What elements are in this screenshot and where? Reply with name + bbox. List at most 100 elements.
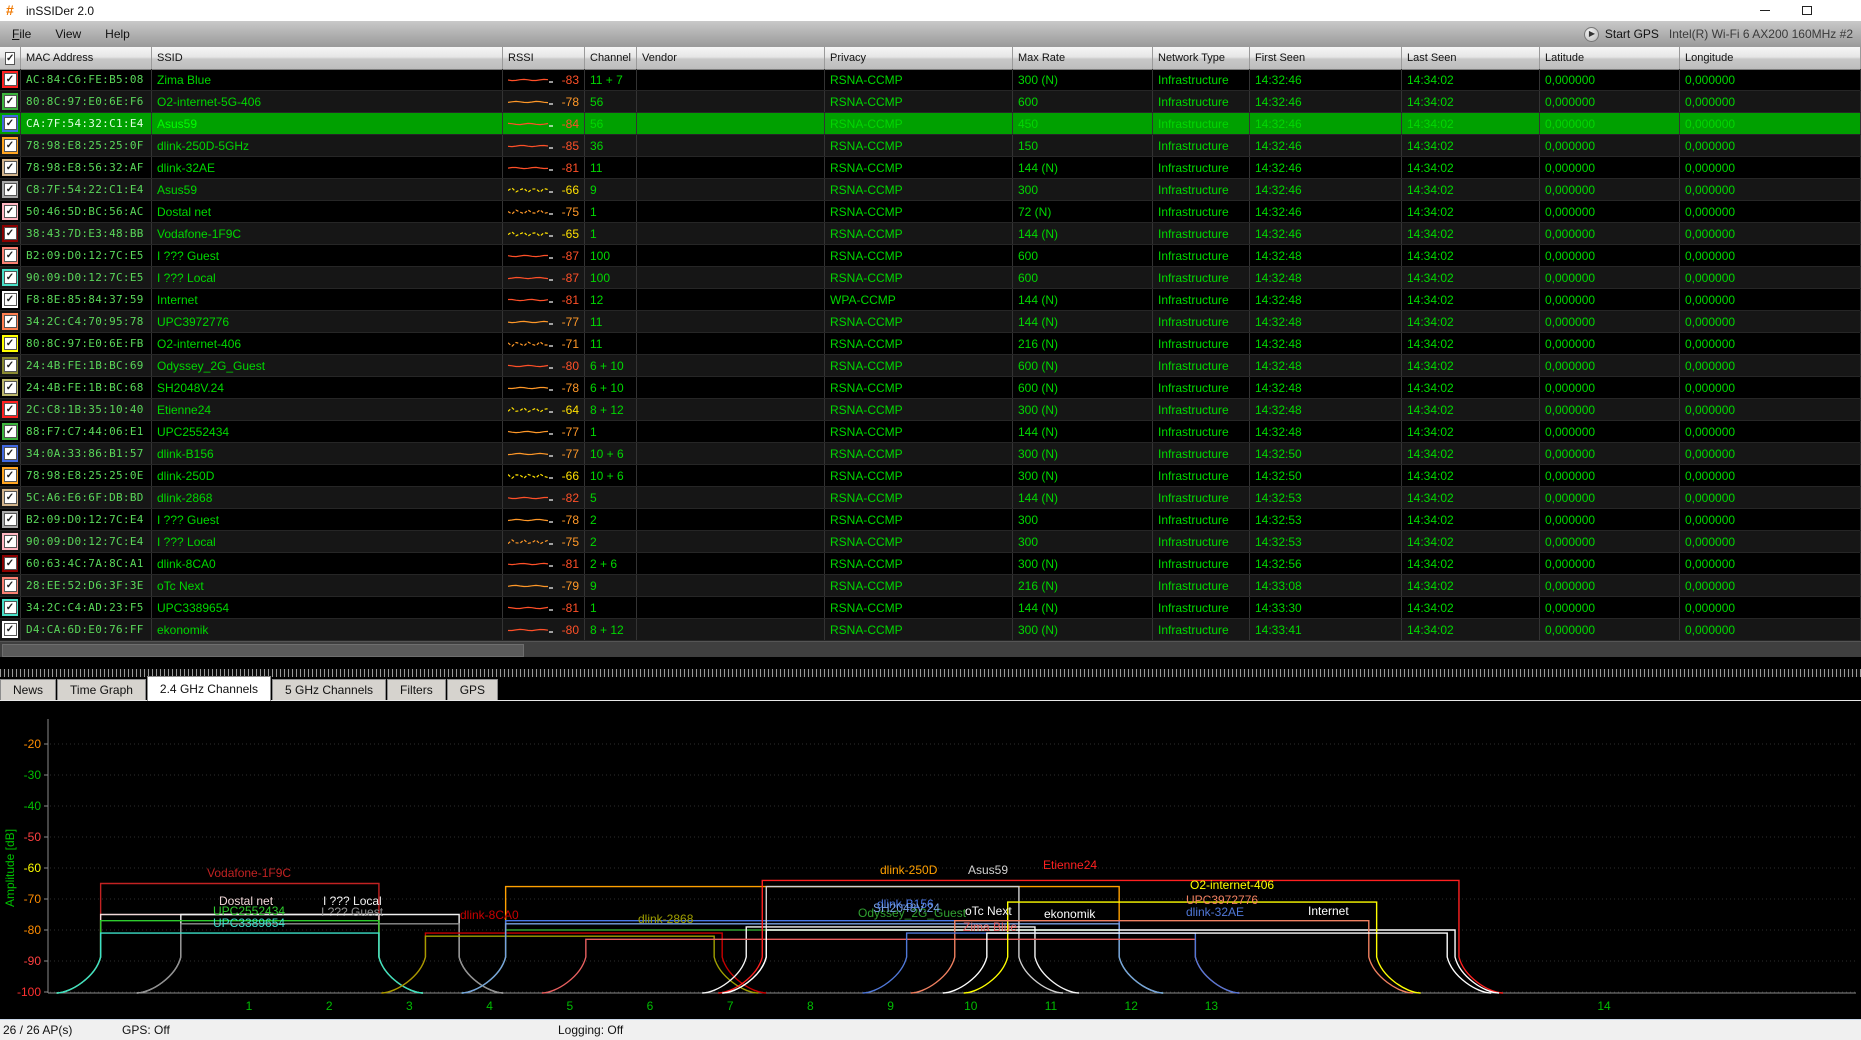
table-row[interactable]: ✓78:98:E8:25:25:0Edlink-250D-6610 + 6RSN… (0, 465, 1861, 487)
row-checkbox[interactable]: ✓ (4, 601, 17, 614)
column-header-mac-address[interactable]: MAC Address (21, 47, 152, 69)
column-header-rssi[interactable]: RSSI (503, 47, 585, 69)
table-row[interactable]: ✓24:4B:FE:1B:BC:69Odyssey_2G_Guest-806 +… (0, 355, 1861, 377)
start-gps-button[interactable]: ▶ Start GPS (1584, 27, 1659, 42)
rssi-sparkline (508, 448, 554, 460)
table-row[interactable]: ✓78:98:E8:56:32:AFdlink-32AE-8111RSNA-CC… (0, 157, 1861, 179)
table-row[interactable]: ✓AC:84:C6:FE:B5:08Zima Blue-8311 + 7RSNA… (0, 69, 1861, 91)
privacy-cell: RSNA-CCMP (825, 245, 1013, 266)
row-checkbox[interactable]: ✓ (4, 337, 17, 350)
horizontal-scrollbar[interactable] (0, 641, 1861, 658)
row-checkbox[interactable]: ✓ (4, 249, 17, 262)
splitter-handle[interactable] (0, 669, 1861, 677)
row-checkbox-cell: ✓ (0, 223, 21, 244)
vendor-cell (637, 223, 825, 244)
row-checkbox[interactable]: ✓ (4, 139, 17, 152)
tab-5-ghz-channels[interactable]: 5 GHz Channels (272, 679, 386, 701)
table-row[interactable]: ✓F8:8E:85:84:37:59Internet-8112WPA-CCMP1… (0, 289, 1861, 311)
app-logo-icon: # (6, 3, 14, 17)
table-row[interactable]: ✓B2:09:D0:12:7C:E4I ??? Guest-782RSNA-CC… (0, 509, 1861, 531)
tab-time-graph[interactable]: Time Graph (57, 679, 146, 701)
vendor-cell (637, 355, 825, 376)
row-checkbox[interactable]: ✓ (4, 403, 17, 416)
row-checkbox[interactable]: ✓ (4, 447, 17, 460)
ssid-cell: UPC3972776 (152, 311, 503, 332)
tab-news[interactable]: News (0, 679, 56, 701)
table-row[interactable]: ✓88:F7:C7:44:06:E1UPC2552434-771RSNA-CCM… (0, 421, 1861, 443)
row-checkbox[interactable]: ✓ (4, 381, 17, 394)
table-row[interactable]: ✓24:4B:FE:1B:BC:68SH2048V.24-786 + 10RSN… (0, 377, 1861, 399)
network-curve-otc-next (702, 927, 1079, 993)
column-header-vendor[interactable]: Vendor (637, 47, 825, 69)
longitude-cell: 0,000000 (1680, 311, 1861, 332)
table-row[interactable]: ✓90:09:D0:12:7C:E4I ??? Local-752RSNA-CC… (0, 531, 1861, 553)
table-row[interactable]: ✓5C:A6:E6:6F:DB:BDdlink-2868-825RSNA-CCM… (0, 487, 1861, 509)
network-color-swatch: ✓ (2, 555, 18, 572)
table-row[interactable]: ✓D4:CA:6D:E0:76:FFekonomik-808 + 12RSNA-… (0, 619, 1861, 641)
vendor-cell (637, 619, 825, 640)
row-checkbox[interactable]: ✓ (4, 161, 17, 174)
row-checkbox[interactable]: ✓ (4, 491, 17, 504)
column-header-first-seen[interactable]: First Seen (1250, 47, 1402, 69)
select-all-checkbox-header[interactable]: ✓ (0, 47, 21, 69)
row-checkbox[interactable]: ✓ (4, 579, 17, 592)
row-checkbox[interactable]: ✓ (4, 117, 17, 130)
row-checkbox[interactable]: ✓ (4, 183, 17, 196)
privacy-cell: RSNA-CCMP (825, 201, 1013, 222)
table-row[interactable]: ✓80:8C:97:E0:6E:F6O2-internet-5G-406-785… (0, 91, 1861, 113)
table-row[interactable]: ✓90:09:D0:12:7C:E5I ??? Local-87100RSNA-… (0, 267, 1861, 289)
table-row[interactable]: ✓34:2C:C4:70:95:78UPC3972776-7711RSNA-CC… (0, 311, 1861, 333)
ssid-cell: SH2048V.24 (152, 377, 503, 398)
latitude-cell: 0,000000 (1540, 553, 1680, 574)
tab-filters[interactable]: Filters (387, 679, 446, 701)
row-checkbox[interactable]: ✓ (4, 95, 17, 108)
maximize-button[interactable] (1792, 3, 1822, 18)
wifi-adapter-select[interactable]: Intel(R) Wi-Fi 6 AX200 160MHz #2 (1669, 27, 1853, 41)
row-checkbox[interactable]: ✓ (4, 425, 17, 438)
rssi-cell: -64 (503, 399, 585, 420)
row-checkbox[interactable]: ✓ (4, 557, 17, 570)
column-header-last-seen[interactable]: Last Seen (1402, 47, 1540, 69)
menu-view[interactable]: View (43, 24, 93, 44)
row-checkbox[interactable]: ✓ (4, 271, 17, 284)
column-header-latitude[interactable]: Latitude (1540, 47, 1680, 69)
row-checkbox[interactable]: ✓ (4, 315, 17, 328)
scrollbar-thumb[interactable] (2, 644, 524, 657)
row-checkbox[interactable]: ✓ (4, 623, 17, 636)
row-checkbox[interactable]: ✓ (4, 535, 17, 548)
table-row[interactable]: ✓2C:C8:1B:35:10:40Etienne24-648 + 12RSNA… (0, 399, 1861, 421)
table-row[interactable]: ✓78:98:E8:25:25:0Fdlink-250D-5GHz-8536RS… (0, 135, 1861, 157)
table-row[interactable]: ✓34:0A:33:86:B1:57dlink-B156-7710 + 6RSN… (0, 443, 1861, 465)
column-header-network-type[interactable]: Network Type (1153, 47, 1250, 69)
column-header-longitude[interactable]: Longitude (1680, 47, 1861, 69)
column-header-ssid[interactable]: SSID (152, 47, 503, 69)
tab-2-4-ghz-channels[interactable]: 2.4 GHz Channels (147, 676, 271, 701)
row-checkbox[interactable]: ✓ (4, 227, 17, 240)
row-checkbox[interactable]: ✓ (4, 293, 17, 306)
tab-gps[interactable]: GPS (447, 679, 498, 701)
menu-help[interactable]: Help (93, 24, 142, 44)
table-row[interactable]: ✓28:EE:52:D6:3F:3EoTc Next-799RSNA-CCMP2… (0, 575, 1861, 597)
row-checkbox-cell: ✓ (0, 575, 21, 596)
table-row[interactable]: ✓B2:09:D0:12:7C:E5I ??? Guest-87100RSNA-… (0, 245, 1861, 267)
column-header-privacy[interactable]: Privacy (825, 47, 1013, 69)
mac-address-cell: 28:EE:52:D6:3F:3E (21, 575, 152, 596)
column-header-max-rate[interactable]: Max Rate (1013, 47, 1153, 69)
table-row[interactable]: ✓34:2C:C4:AD:23:F5UPC3389654-811RSNA-CCM… (0, 597, 1861, 619)
table-row[interactable]: ✓60:63:4C:7A:8C:A1dlink-8CA0-812 + 6RSNA… (0, 553, 1861, 575)
table-row[interactable]: ✓C8:7F:54:22:C1:E4Asus59-669RSNA-CCMP300… (0, 179, 1861, 201)
row-checkbox[interactable]: ✓ (4, 205, 17, 218)
row-checkbox[interactable]: ✓ (4, 359, 17, 372)
row-checkbox[interactable]: ✓ (4, 469, 17, 482)
minimize-button[interactable] (1750, 3, 1780, 18)
menu-file[interactable]: File (0, 24, 43, 44)
table-row[interactable]: ✓38:43:7D:E3:48:BBVodafone-1F9C-651RSNA-… (0, 223, 1861, 245)
column-header-channel[interactable]: Channel (585, 47, 637, 69)
row-checkbox[interactable]: ✓ (4, 73, 17, 86)
row-checkbox[interactable]: ✓ (4, 513, 17, 526)
network-label-vodafone-1f9c: Vodafone-1F9C (207, 866, 291, 880)
table-row[interactable]: ✓CA:7F:54:32:C1:E4Asus59-8456RSNA-CCMP45… (0, 113, 1861, 135)
vendor-cell (637, 421, 825, 442)
table-row[interactable]: ✓50:46:5D:BC:56:ACDostal net-751RSNA-CCM… (0, 201, 1861, 223)
table-row[interactable]: ✓80:8C:97:E0:6E:FBO2-internet-406-7111RS… (0, 333, 1861, 355)
